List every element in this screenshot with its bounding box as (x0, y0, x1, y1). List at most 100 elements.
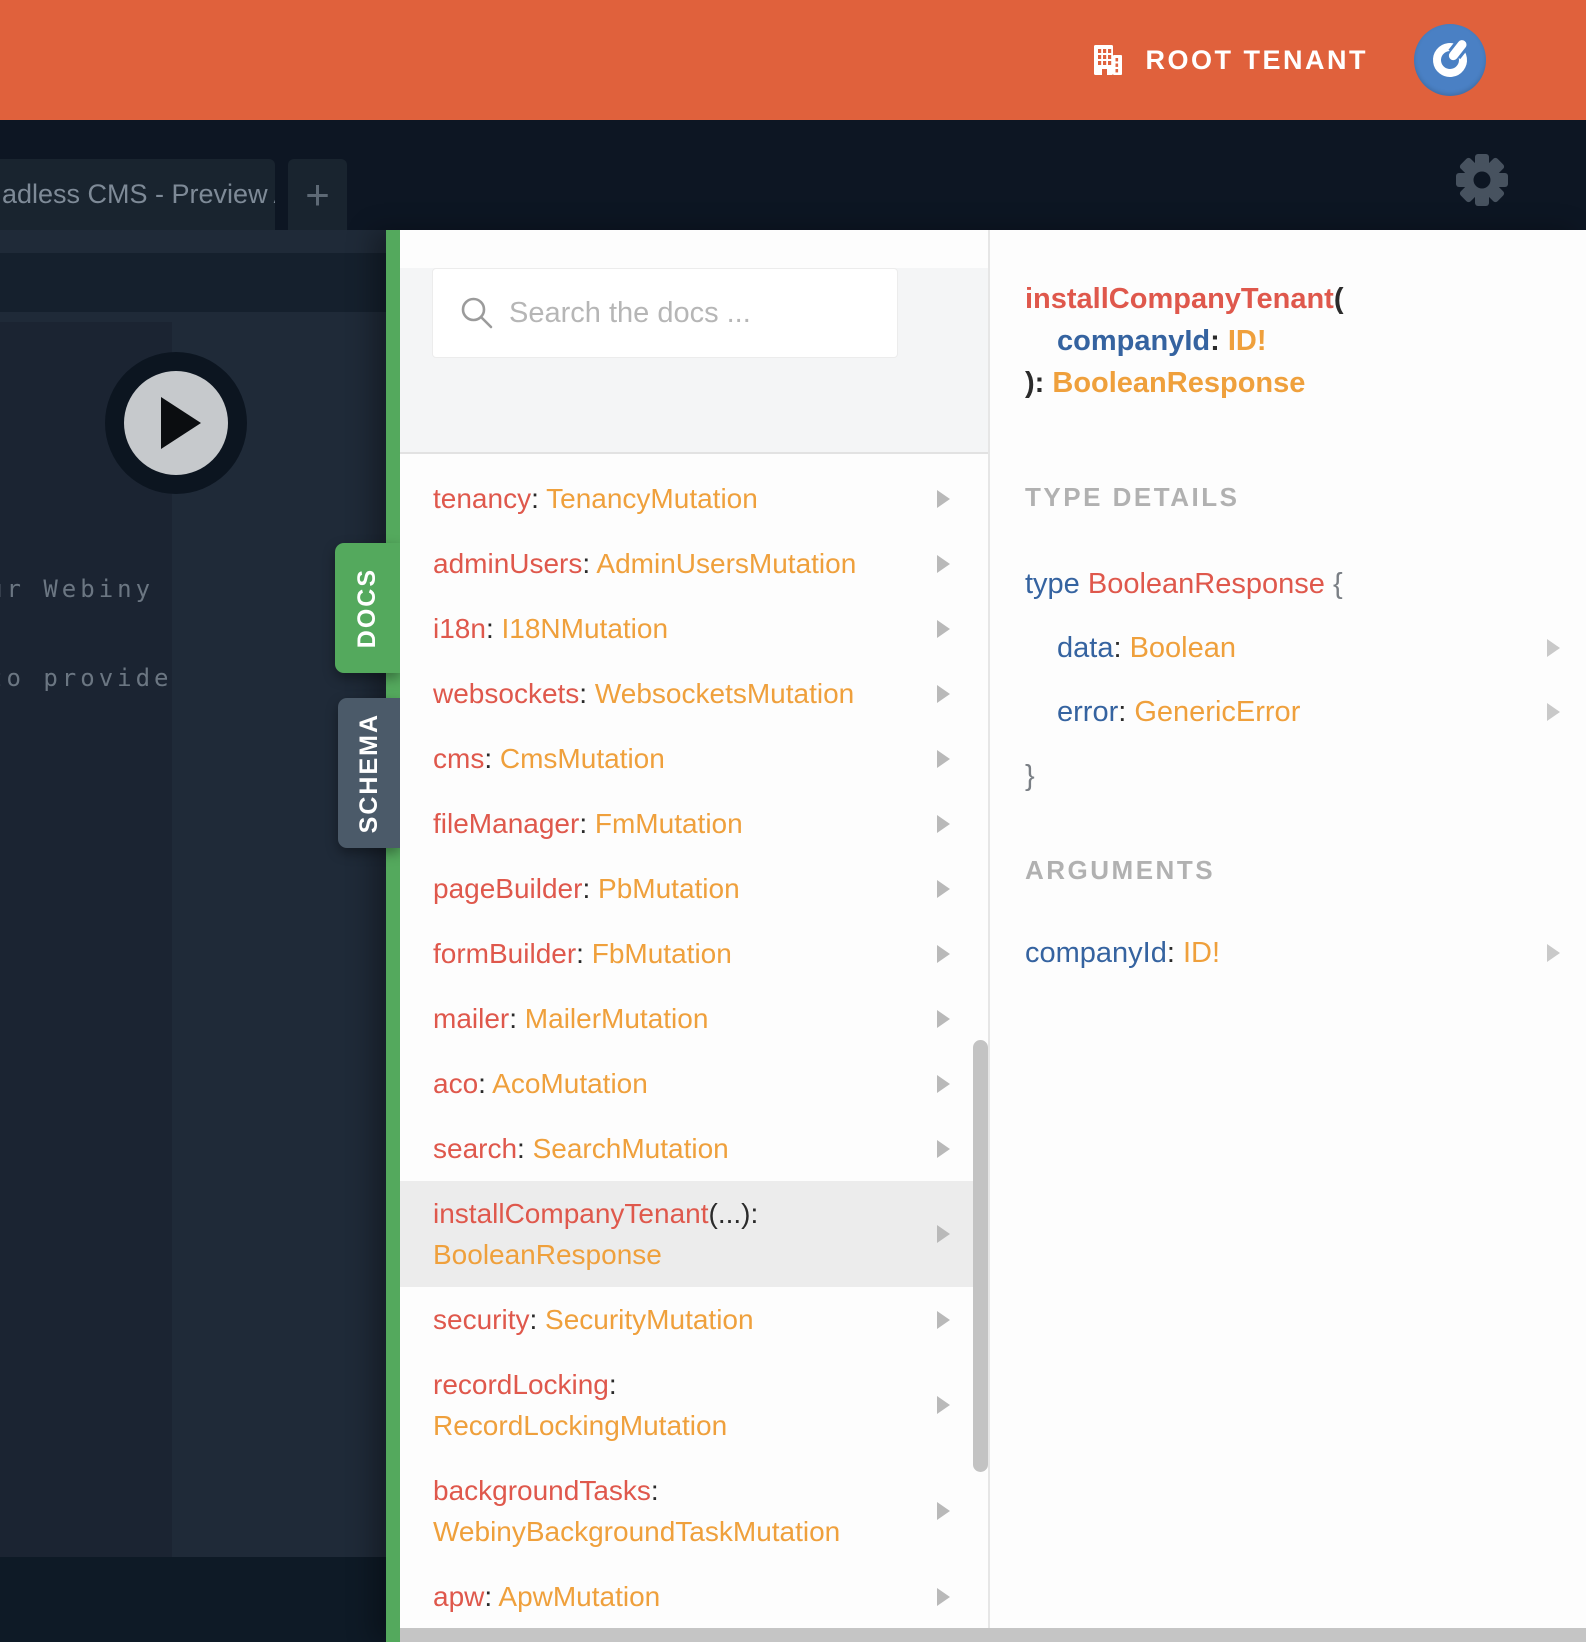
detail-field-row[interactable]: data: Boolean (1025, 616, 1586, 680)
type-open-row: type BooleanResponse { (1025, 568, 1343, 600)
field-separator: : (529, 1304, 538, 1335)
field-name: search (433, 1133, 518, 1164)
field-list-item[interactable]: i18n: I18NMutation (400, 596, 988, 661)
field-detail-panel: installCompanyTenant( companyId: ID! ): … (990, 230, 1586, 1642)
signature-return-type[interactable]: BooleanResponse (1052, 367, 1305, 399)
chevron-right-icon (937, 1225, 950, 1243)
field-list-item[interactable]: apw: ApwMutation (400, 1564, 988, 1629)
type-name-link[interactable]: BooleanResponse (1088, 568, 1325, 600)
search-icon (461, 297, 493, 329)
field-type: MailerMutation (524, 1003, 709, 1034)
tab-schema[interactable]: SCHEMA (338, 698, 400, 848)
field-name: adminUsers (433, 548, 583, 579)
field-separator: : (484, 1581, 493, 1612)
detail-field-separator: : (1166, 937, 1183, 969)
field-separator: : (478, 1068, 486, 1099)
chevron-right-icon (937, 554, 950, 573)
tab-docs[interactable]: DOCS (335, 543, 400, 673)
field-separator: : (650, 1475, 659, 1506)
chevron-right-icon (937, 1396, 950, 1414)
chevron-right-icon (937, 619, 950, 638)
field-separator: (...): (708, 1198, 759, 1229)
editor-toolbar-band (0, 253, 386, 312)
arguments-list: companyId: ID! (1025, 921, 1586, 985)
api-tab[interactable]: adless CMS - Preview API (0, 159, 275, 230)
signature-arg-type[interactable]: ID! (1228, 325, 1267, 357)
chevron-right-icon (937, 1502, 950, 1520)
field-list-item[interactable]: formBuilder: FbMutation (400, 921, 988, 986)
add-tab-button[interactable]: + (288, 159, 347, 230)
chevron-right-icon (937, 879, 950, 898)
chevron-right-icon (1547, 639, 1560, 657)
field-list-item[interactable]: search: SearchMutation (400, 1116, 988, 1181)
field-type: WebsocketsMutation (594, 678, 855, 709)
field-list-item[interactable]: fileManager: FmMutation (400, 791, 988, 856)
field-list-item[interactable]: backgroundTasks: WebinyBackgroundTaskMuta… (400, 1458, 988, 1564)
field-type: I18NMutation (501, 613, 669, 644)
field-list-item[interactable]: websockets: WebsocketsMutation (400, 661, 988, 726)
detail-field-row[interactable]: companyId: ID! (1025, 921, 1586, 985)
gear-icon (1456, 154, 1508, 206)
detail-field-name: companyId (1025, 937, 1167, 969)
field-name: fileManager (433, 808, 580, 839)
field-type: FmMutation (594, 808, 743, 839)
query-editor-area[interactable]: ur Webiny to provide (0, 230, 386, 1642)
api-tab-title: adless CMS - Preview API (2, 179, 275, 209)
field-list-item[interactable]: cms: CmsMutation (400, 726, 988, 791)
field-type: TenancyMutation (546, 483, 758, 514)
detail-field-name: error (1057, 696, 1119, 728)
execute-query-button[interactable] (105, 352, 247, 494)
field-type: SearchMutation (532, 1133, 729, 1164)
docs-vertical-scrollbar[interactable] (973, 1040, 988, 1472)
chevron-right-icon (937, 749, 950, 768)
chevron-right-icon (937, 1310, 950, 1329)
signature-field-name: installCompanyTenant (1025, 283, 1334, 315)
field-separator: : (608, 1369, 617, 1400)
field-list-item[interactable]: tenancy: TenancyMutation (400, 466, 988, 531)
field-list-item[interactable]: security: SecurityMutation (400, 1287, 988, 1352)
field-type: WebinyBackgroundTaskMutation (433, 1516, 841, 1547)
chevron-right-icon (937, 489, 950, 508)
field-type: CmsMutation (499, 743, 665, 774)
field-signature: installCompanyTenant( companyId: ID! ): … (1025, 283, 1344, 399)
tenant-selector[interactable]: ROOT TENANT (1090, 42, 1369, 78)
field-name: apw (433, 1581, 485, 1612)
api-tab-bar: adless CMS - Preview API + (0, 120, 1586, 230)
field-list-item[interactable]: installCompanyTenant(...): BooleanRespons… (400, 1181, 988, 1287)
detail-field-row[interactable]: error: GenericError (1025, 680, 1586, 744)
chevron-right-icon (937, 1074, 950, 1093)
code-comment-line: ur Webiny (0, 575, 155, 603)
field-type: SecurityMutation (545, 1304, 754, 1335)
docs-search-box[interactable] (432, 268, 898, 358)
tenant-label: ROOT TENANT (1145, 44, 1368, 75)
field-type: BooleanResponse (433, 1239, 662, 1270)
field-list-item[interactable]: recordLocking: RecordLockingMutation (400, 1352, 988, 1458)
user-avatar[interactable] (1414, 24, 1486, 96)
field-list-item[interactable]: aco: AcoMutation (400, 1051, 988, 1116)
tab-schema-label: SCHEMA (354, 712, 383, 834)
docs-horizontal-scrollbar[interactable] (400, 1628, 1586, 1642)
field-list-item[interactable]: mailer: MailerMutation (400, 986, 988, 1051)
field-name: recordLocking (433, 1369, 609, 1400)
docs-search-input[interactable] (495, 296, 897, 330)
field-separator: : (517, 1133, 525, 1164)
field-separator: : (576, 938, 584, 969)
field-list-item[interactable]: adminUsers: AdminUsersMutation (400, 531, 988, 596)
code-comment-line: to provide (0, 664, 172, 692)
settings-button[interactable] (1454, 152, 1510, 208)
field-type: AdminUsersMutation (596, 548, 857, 579)
field-type: AcoMutation (492, 1068, 648, 1099)
signature-arg-name: companyId (1057, 325, 1211, 357)
chevron-right-icon (937, 1587, 950, 1606)
field-type: FbMutation (591, 938, 732, 969)
app-header: ROOT TENANT (0, 0, 1586, 120)
field-separator: : (582, 873, 591, 904)
type-close-row: } (1025, 760, 1035, 792)
chevron-right-icon (937, 814, 950, 833)
field-separator: : (484, 743, 493, 774)
field-list-item[interactable]: pageBuilder: PbMutation (400, 856, 988, 921)
field-separator: : (579, 678, 588, 709)
query-code-pane[interactable]: ur Webiny to provide (0, 322, 172, 1557)
field-name: mailer (433, 1003, 510, 1034)
chevron-right-icon (937, 684, 950, 703)
